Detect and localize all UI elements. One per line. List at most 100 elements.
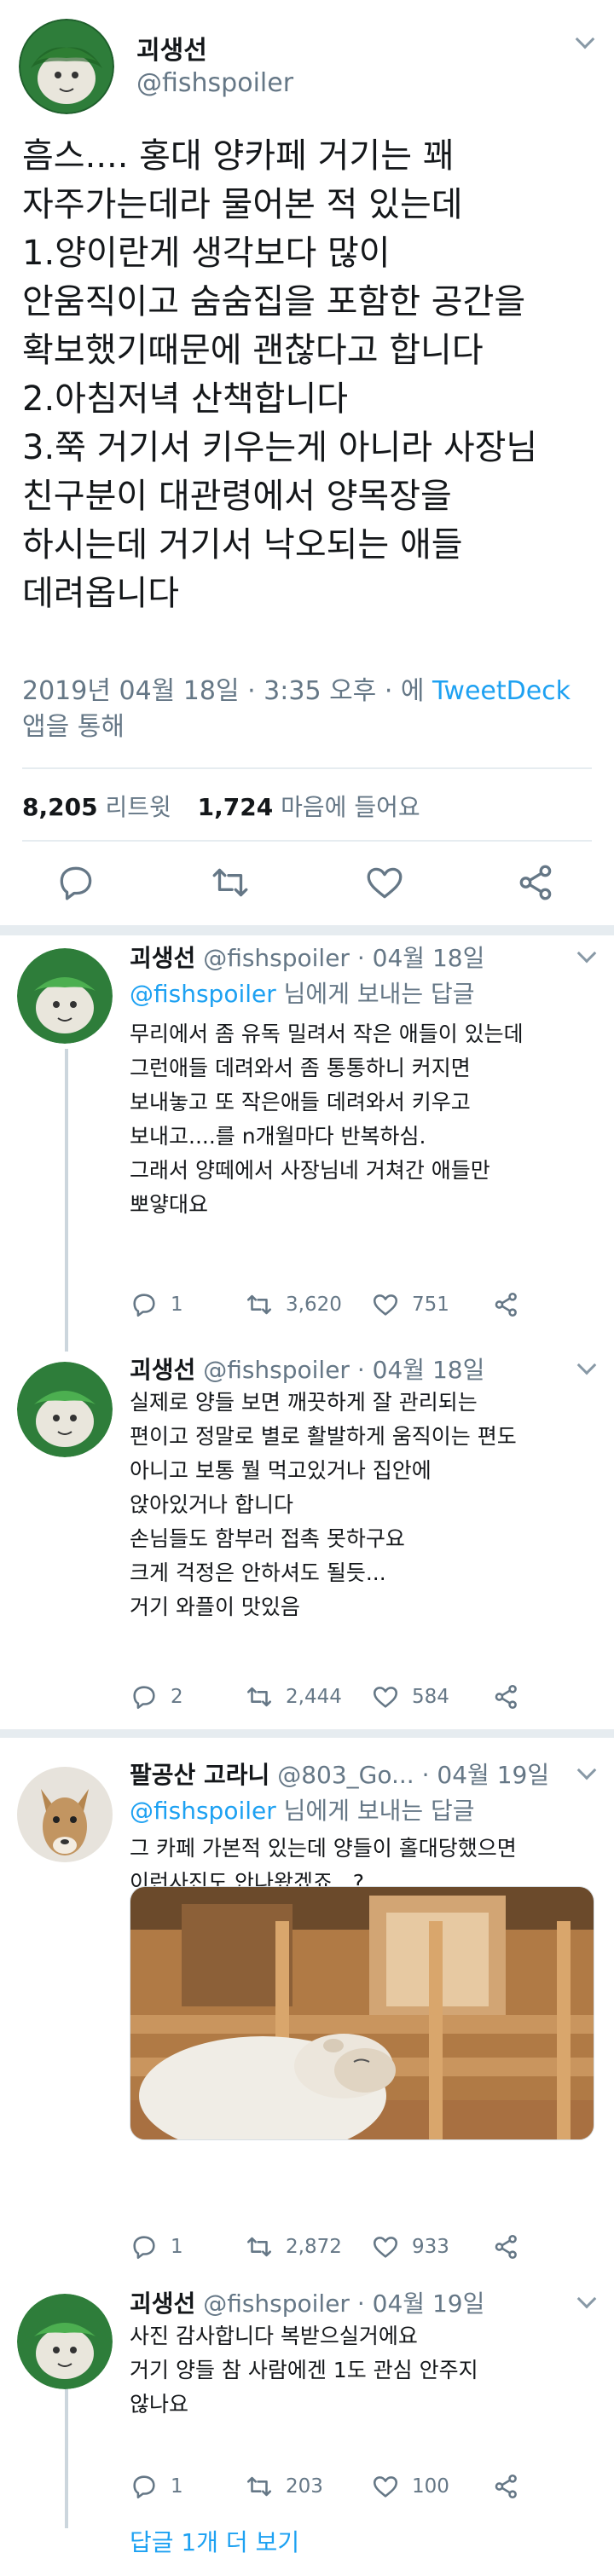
user-handle[interactable]: @fishspoiler · 04월 19일 (203, 2289, 484, 2318)
tweet-actions (0, 861, 614, 912)
like-count[interactable]: 1,724 (198, 793, 274, 821)
avatar[interactable] (17, 1362, 113, 1457)
reply-header: 괴생선 @fishspoiler · 04월 18일 (130, 940, 484, 974)
tweet-line: 확보했기때문에 괜찮다고 합니다 (22, 331, 484, 370)
reply-text: 무리에서 좀 유독 밀려서 작은 애들이 있는데 그런애들 데려와서 좀 통통하… (130, 1017, 599, 1222)
user-handle[interactable]: @fishspoiler · 04월 18일 (203, 1356, 484, 1384)
user-handle[interactable]: @803_Go... · 04월 19일 (277, 1761, 549, 1789)
tweet-text: 흠스.... 홍대 양카페 거기는 꽤 자주가는데라 물어본 적 있는데 1.양… (22, 132, 602, 618)
reply-button[interactable]: 1 (130, 1288, 183, 1322)
share-button[interactable] (492, 1288, 533, 1322)
fish-avatar-icon (19, 19, 114, 114)
tweet-line: 친구분이 대관령에서 양목장을 (22, 477, 452, 516)
reply-icon[interactable] (55, 861, 97, 904)
like-icon (373, 2237, 398, 2258)
retweet-button[interactable]: 3,620 (245, 1288, 342, 1322)
like-count: 751 (412, 1294, 449, 1316)
retweet-icon (246, 1294, 272, 1315)
reply-count: 1 (171, 2236, 183, 2258)
reply-to-link[interactable]: @fishspoiler (130, 1797, 276, 1825)
retweet-icon[interactable] (209, 861, 252, 904)
user-handle[interactable]: @fishspoiler (136, 68, 293, 98)
retweet-icon (246, 1687, 272, 1707)
tweet-line: 데려옵니다 (22, 574, 179, 613)
reply-count: 1 (171, 1294, 183, 1316)
retweet-button[interactable]: 2,444 (245, 1680, 342, 1714)
like-icon (373, 1294, 398, 1316)
retweet-button[interactable]: 2,872 (245, 2230, 342, 2264)
avatar[interactable] (17, 1767, 113, 1862)
display-name[interactable]: 팔공산 고라니 (130, 1761, 269, 1789)
retweet-count[interactable]: 8,205 (22, 793, 98, 821)
reply-button[interactable]: 1 (130, 2230, 183, 2264)
reply-actions: 1 203 100 (130, 2469, 530, 2504)
chevron-down-icon[interactable] (576, 1760, 597, 1780)
reply-count: 2 (171, 1686, 183, 1708)
reply-button[interactable]: 1 (130, 2469, 183, 2504)
reply-tweet: 괴생선 @fishspoiler · 04월 18일 실제로 양들 보면 깨끗하… (0, 1352, 614, 1727)
reply-line: 보내놓고 또 작은애들 데려와서 키우고 (130, 1090, 471, 1114)
tweet-line: 흠스.... 홍대 양카페 거기는 꽤 (22, 136, 455, 176)
reply-to-label: 님에게 보내는 답글 (283, 980, 475, 1008)
reply-line: 뽀얗대요 (130, 1192, 209, 1217)
reply-line: 아니고 보통 뭘 먹고있거나 집안에 (130, 1458, 432, 1483)
tweet-stats: 8,205 리트윗 1,724 마음에 들어요 (22, 789, 439, 823)
tweet-meta: 2019년 04월 18일 · 3:35 오후 · 에 TweetDeck 앱을… (22, 674, 602, 745)
reply-icon (133, 2236, 155, 2260)
chevron-down-icon[interactable] (576, 1355, 597, 1375)
attached-photo[interactable] (130, 1886, 594, 2140)
share-button[interactable] (492, 1680, 533, 1714)
reply-header: 괴생선 @fishspoiler · 04월 18일 (130, 1352, 484, 1386)
fish-avatar-icon (17, 2294, 113, 2389)
sheep-photo (130, 1887, 594, 2139)
timestamp[interactable]: 2019년 04월 18일 · 3:35 오후 · 에 (22, 676, 425, 706)
reply-count: 1 (171, 2475, 183, 2498)
user-handle[interactable]: @fishspoiler · 04월 18일 (203, 944, 484, 972)
retweet-button[interactable]: 203 (245, 2469, 323, 2504)
reply-line: 크게 걱정은 안하셔도 될듯... (130, 1560, 386, 1585)
display-name[interactable]: 괴생선 (130, 1356, 195, 1384)
fish-avatar-icon (17, 1362, 113, 1457)
tweet-line: 안움직이고 숨숨집을 포함한 공간을 (22, 282, 526, 321)
display-name[interactable]: 괴생선 (130, 944, 195, 972)
tweet-line: 자주가는데라 물어본 적 있는데 (22, 185, 463, 224)
retweet-count: 2,872 (286, 2236, 342, 2258)
reply-line: 보내고....를 n개월마다 반복하심. (130, 1124, 426, 1149)
reply-actions: 1 3,620 751 (130, 1288, 530, 1322)
like-button[interactable]: 584 (371, 1680, 449, 1714)
chevron-down-icon[interactable] (576, 2289, 597, 2309)
chevron-down-icon[interactable] (575, 29, 595, 49)
section-divider (0, 1729, 614, 1738)
client-link[interactable]: TweetDeck (432, 676, 571, 706)
display-name[interactable]: 괴생선 (136, 29, 207, 67)
share-icon[interactable] (515, 861, 558, 904)
avatar[interactable] (19, 19, 114, 114)
share-button[interactable] (492, 2230, 533, 2264)
reply-to-link[interactable]: @fishspoiler (130, 980, 276, 1008)
reply-actions: 1 2,872 933 (130, 2230, 530, 2264)
show-more-replies-link[interactable]: 답글 1개 더 보기 (130, 2524, 299, 2558)
reply-icon (133, 1686, 155, 1710)
reply-line: 거기 양들 참 사람에겐 1도 관심 안주지 (130, 2358, 478, 2382)
like-button[interactable]: 100 (371, 2469, 449, 2504)
like-icon (373, 2476, 398, 2498)
avatar[interactable] (17, 948, 113, 1044)
display-name[interactable]: 괴생선 (130, 2289, 195, 2318)
reply-text: 실제로 양들 보면 깨끗하게 잘 관리되는 편이고 정말로 별로 활발하게 움직… (130, 1386, 599, 1624)
retweet-count: 2,444 (286, 1686, 342, 1708)
tweet-line: 3.쭉 거기서 키우는게 아니라 사장님 (22, 428, 538, 467)
avatar[interactable] (17, 2294, 113, 2389)
share-button[interactable] (492, 2469, 533, 2504)
retweet-count: 3,620 (286, 1294, 342, 1316)
chevron-down-icon[interactable] (576, 943, 597, 964)
like-count: 584 (412, 1686, 449, 1708)
like-icon[interactable] (363, 861, 406, 904)
divider (22, 767, 592, 769)
reply-button[interactable]: 2 (130, 1680, 183, 1714)
reply-line: 그래서 양떼에서 사장님네 거쳐간 애들만 (130, 1158, 490, 1183)
like-button[interactable]: 933 (371, 2230, 449, 2264)
retweet-count: 203 (286, 2475, 323, 2498)
reply-to: @fishspoiler 님에게 보내는 답글 (130, 975, 475, 1010)
like-button[interactable]: 751 (371, 1288, 449, 1322)
reply-line: 않나요 (130, 2392, 189, 2417)
